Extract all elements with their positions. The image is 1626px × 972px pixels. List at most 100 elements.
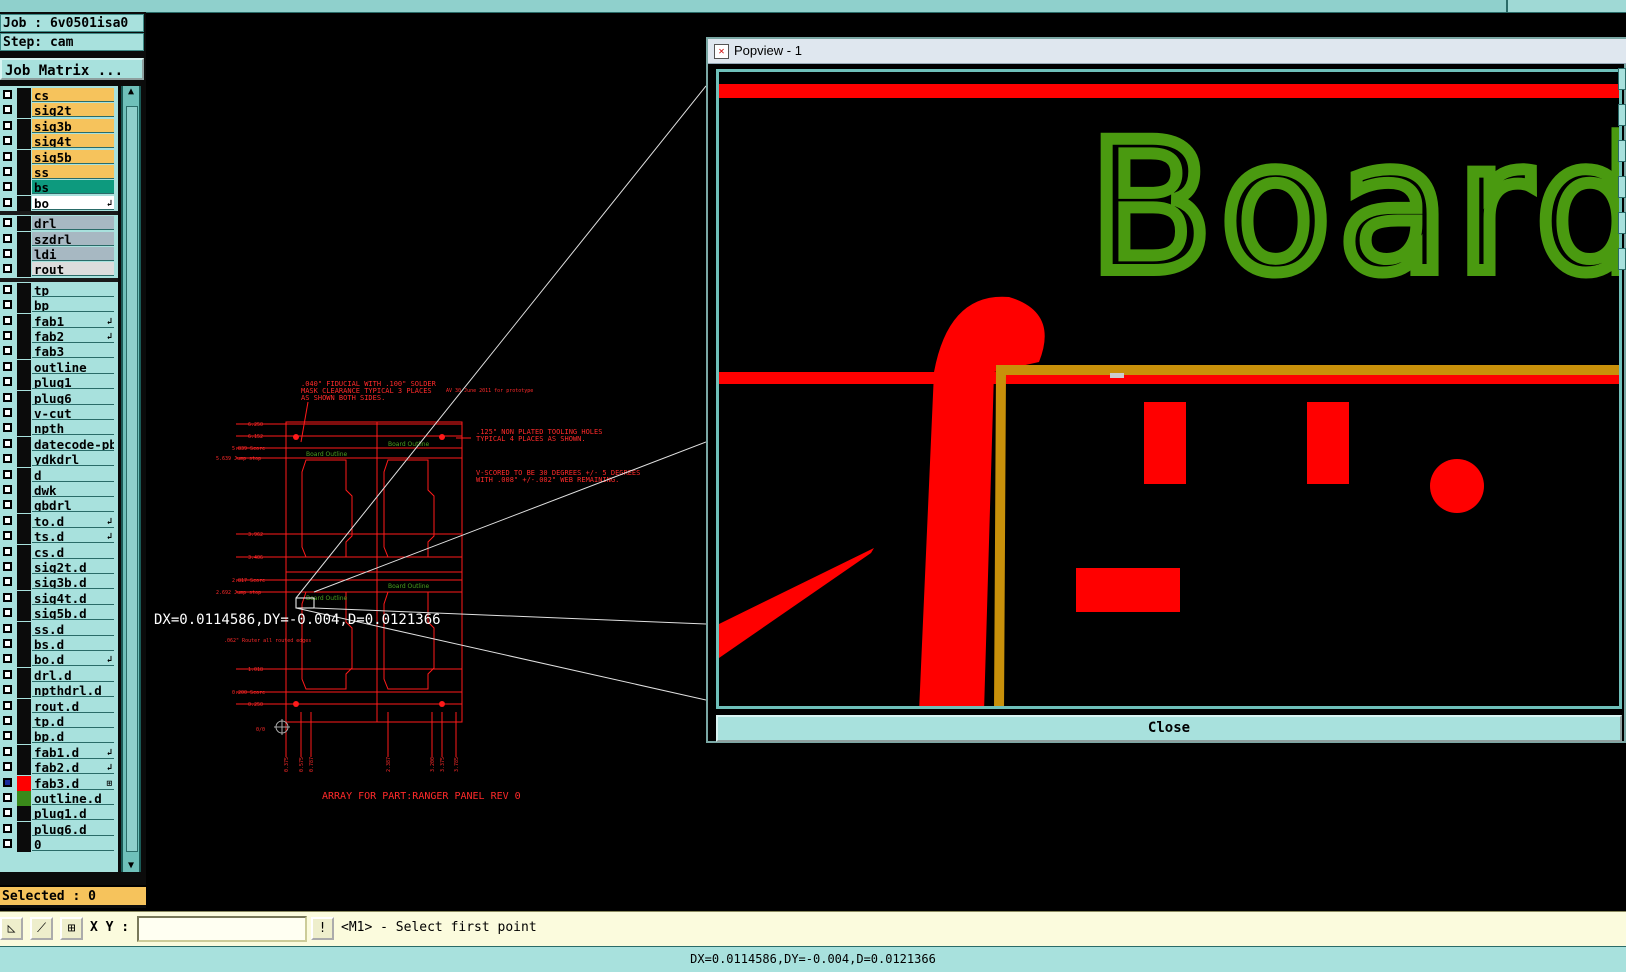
layer-color-swatch[interactable] xyxy=(17,103,31,119)
layer-checkbox[interactable] xyxy=(3,531,12,541)
layer-checkbox[interactable] xyxy=(3,300,12,310)
layer-row[interactable]: outline.d xyxy=(0,791,116,806)
layer-checkbox[interactable] xyxy=(3,90,12,99)
layer-color-swatch[interactable] xyxy=(17,375,31,391)
layer-list-scrollbar[interactable]: ▲ ▼ xyxy=(121,86,141,872)
layer-row[interactable]: to.d ↲ xyxy=(0,513,116,529)
layer-row[interactable]: bs.d xyxy=(0,637,116,652)
layer-checkbox[interactable] xyxy=(3,346,12,356)
layer-row[interactable]: fab2 ↲ xyxy=(0,329,116,344)
layer-color-swatch[interactable] xyxy=(17,313,31,329)
layer-color-swatch[interactable] xyxy=(17,667,31,683)
layer-color-swatch[interactable] xyxy=(17,165,31,180)
layer-color-swatch[interactable] xyxy=(17,652,31,668)
layer-checkbox[interactable] xyxy=(3,608,12,618)
layer-checkbox[interactable] xyxy=(3,639,12,648)
layer-checkbox[interactable] xyxy=(3,485,12,494)
layer-row[interactable]: sig2t xyxy=(0,103,116,119)
layer-row[interactable]: dwk xyxy=(0,483,116,498)
layer-row[interactable]: sig5b xyxy=(0,149,116,165)
measure-tool-icon[interactable]: ⟋ xyxy=(30,917,53,940)
layer-color-swatch[interactable] xyxy=(17,216,31,232)
layer-checkbox[interactable] xyxy=(3,746,12,756)
layer-row[interactable]: sig4t.d xyxy=(0,590,116,606)
toolbar-tab[interactable] xyxy=(1618,212,1626,234)
layer-color-swatch[interactable] xyxy=(17,88,31,103)
layer-checkbox[interactable] xyxy=(3,731,12,741)
layer-row[interactable]: bp.d xyxy=(0,729,116,745)
layer-row[interactable]: rout xyxy=(0,262,116,278)
layer-checkbox[interactable] xyxy=(3,264,12,274)
layer-color-swatch[interactable] xyxy=(17,760,31,776)
layer-checkbox[interactable] xyxy=(3,151,12,161)
layer-checkbox[interactable] xyxy=(3,249,12,258)
layer-row[interactable]: ss xyxy=(0,165,116,180)
right-toolbar-tabs[interactable] xyxy=(1618,68,1626,308)
layer-color-swatch[interactable] xyxy=(17,529,31,545)
layer-color-swatch[interactable] xyxy=(17,791,31,806)
layer-color-swatch[interactable] xyxy=(17,637,31,652)
layer-row[interactable]: rout.d xyxy=(0,698,116,714)
popview-titlebar[interactable]: ✕ Popview - 1 xyxy=(708,39,1626,64)
layer-row[interactable]: cs xyxy=(0,88,116,103)
layer-color-swatch[interactable] xyxy=(17,134,31,150)
layer-color-swatch[interactable] xyxy=(17,698,31,714)
layer-checkbox[interactable] xyxy=(3,592,12,602)
grid-tool-icon[interactable]: ⊞ xyxy=(60,917,83,940)
layer-checkbox[interactable] xyxy=(3,700,12,710)
layer-color-swatch[interactable] xyxy=(17,806,31,822)
layer-checkbox[interactable] xyxy=(3,377,12,387)
layer-row[interactable]: bo ↲ xyxy=(0,195,116,211)
layer-color-swatch[interactable] xyxy=(17,436,31,452)
layer-checkbox[interactable] xyxy=(3,669,12,679)
layer-color-swatch[interactable] xyxy=(17,513,31,529)
toolbar-tab[interactable] xyxy=(1618,104,1626,126)
layer-color-swatch[interactable] xyxy=(17,149,31,165)
layer-row[interactable]: d xyxy=(0,467,116,483)
layer-row[interactable]: tp xyxy=(0,282,116,298)
layer-row[interactable]: ydkdrl xyxy=(0,452,116,468)
layer-checkbox[interactable] xyxy=(3,839,12,849)
main-canvas[interactable]: .040" FIDUCIAL WITH .100" SOLDER MASK CL… xyxy=(146,12,706,908)
layer-color-swatch[interactable] xyxy=(17,195,31,211)
layer-checkbox[interactable] xyxy=(3,408,12,417)
layer-color-swatch[interactable] xyxy=(17,775,31,791)
layer-row[interactable]: ss.d xyxy=(0,621,116,637)
layer-color-swatch[interactable] xyxy=(17,421,31,437)
snap-tool-icon[interactable]: ◺ xyxy=(0,917,23,940)
layer-row[interactable]: npthdrl.d xyxy=(0,683,116,699)
layer-row[interactable]: tp.d xyxy=(0,714,116,729)
scroll-down-icon[interactable]: ▼ xyxy=(124,860,138,872)
layer-checkbox[interactable] xyxy=(3,167,12,176)
layer-checkbox[interactable] xyxy=(3,469,12,479)
xy-input[interactable] xyxy=(137,916,307,942)
layer-color-swatch[interactable] xyxy=(17,247,31,262)
layer-row[interactable]: outline xyxy=(0,359,116,375)
layer-row[interactable]: plug6 xyxy=(0,390,116,406)
layer-row[interactable]: datecode-pbe xyxy=(0,436,116,452)
layer-row[interactable]: 0 xyxy=(0,837,116,853)
layer-checkbox[interactable] xyxy=(3,392,12,402)
layer-checkbox[interactable] xyxy=(3,685,12,695)
layer-row[interactable]: bs xyxy=(0,180,116,196)
layer-row[interactable]: sig5b.d xyxy=(0,606,116,622)
layer-checkbox[interactable] xyxy=(3,136,12,146)
layer-row[interactable]: plug1 xyxy=(0,375,116,391)
layer-row[interactable]: sig4t xyxy=(0,134,116,150)
layer-color-swatch[interactable] xyxy=(17,560,31,575)
layer-color-swatch[interactable] xyxy=(17,714,31,729)
layer-row[interactable]: sig3b.d xyxy=(0,575,116,591)
layer-color-swatch[interactable] xyxy=(17,729,31,745)
layer-color-swatch[interactable] xyxy=(17,837,31,853)
layer-color-swatch[interactable] xyxy=(17,821,31,837)
layer-row[interactable]: fab3 xyxy=(0,344,116,360)
layer-checkbox[interactable] xyxy=(3,361,12,371)
layer-checkbox[interactable] xyxy=(3,438,12,448)
layer-row[interactable]: fab3.d ⊞ xyxy=(0,775,116,791)
toolbar-tab[interactable] xyxy=(1618,140,1626,162)
toolbar-tab[interactable] xyxy=(1618,248,1626,270)
layer-checkbox[interactable] xyxy=(3,315,12,325)
layer-color-swatch[interactable] xyxy=(17,683,31,699)
layer-row[interactable]: sig3b xyxy=(0,118,116,134)
layer-color-swatch[interactable] xyxy=(17,282,31,298)
